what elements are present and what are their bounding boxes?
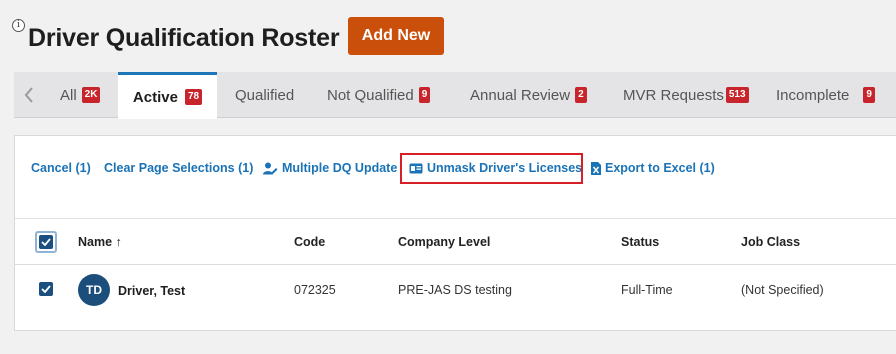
tab-not-qualified[interactable]: Not Qualified 9 (327, 72, 431, 118)
table-header: Name ↑ Code Company Level Status Job Cla… (15, 218, 896, 265)
tab-label: Qualified (235, 86, 295, 104)
tab-label: Incomplete (776, 86, 850, 104)
select-all-checkbox[interactable] (35, 231, 57, 253)
job-class: (Not Specified) (741, 283, 824, 297)
roster-panel: Cancel (1) Clear Page Selections (1) Mul… (14, 135, 896, 331)
column-header-status[interactable]: Status (621, 235, 659, 249)
highlight-box (400, 153, 583, 184)
avatar: TD (78, 274, 110, 306)
count-badge: 9 (863, 87, 875, 103)
tab-annual-review[interactable]: Annual Review 2 (470, 72, 587, 118)
column-header-job-class[interactable]: Job Class (741, 235, 800, 249)
tab-all[interactable]: All 2K (60, 72, 101, 118)
count-badge: 2K (81, 87, 101, 103)
count-badge: 2 (575, 87, 587, 103)
tab-label: MVR Requests (623, 86, 724, 104)
table-row[interactable]: TD Driver, Test 072325 PRE-JAS DS testin… (15, 266, 896, 316)
tab-qualified[interactable]: Qualified (235, 72, 294, 118)
company-level: PRE-JAS DS testing (398, 283, 512, 297)
driver-name[interactable]: Driver, Test (118, 284, 185, 298)
page-title: Driver Qualification Roster (28, 24, 340, 52)
excel-file-icon (591, 161, 601, 175)
cancel-label: Cancel (1) (31, 161, 91, 175)
count-badge: 9 (418, 87, 431, 103)
tab-mvr-requests[interactable]: MVR Requests 513 (623, 72, 749, 118)
tab-label: Not Qualified (327, 86, 414, 104)
tab-label: Annual Review (470, 86, 571, 104)
cancel-button[interactable]: Cancel (1) (31, 161, 91, 175)
add-new-button[interactable]: Add New (348, 17, 444, 55)
count-badge: 513 (725, 87, 749, 103)
column-header-code[interactable]: Code (294, 235, 325, 249)
export-to-excel-button[interactable]: Export to Excel (1) (591, 161, 715, 175)
chevron-left-icon (24, 86, 33, 103)
count-badge: 78 (184, 89, 203, 105)
checkbox-checked (39, 235, 53, 249)
info-icon[interactable]: i (12, 19, 25, 32)
tab-scroll-left-button[interactable] (14, 72, 44, 117)
multi-update-label: Multiple DQ Update (282, 161, 398, 175)
checkmark-icon (41, 285, 51, 293)
checkmark-icon (41, 238, 51, 246)
clear-label: Clear Page Selections (1) (104, 161, 254, 175)
multiple-dq-update-button[interactable]: Multiple DQ Update (263, 161, 397, 175)
tab-active[interactable]: Active 78 (118, 72, 217, 119)
driver-code: 072325 (294, 283, 336, 297)
row-select-checkbox[interactable] (39, 282, 53, 296)
tab-label: All (60, 86, 77, 104)
export-label: Export to Excel (1) (605, 161, 715, 175)
action-toolbar: Cancel (1) Clear Page Selections (1) Mul… (15, 136, 896, 201)
clear-page-selections-button[interactable]: Clear Page Selections (1) (104, 161, 253, 175)
tab-incomplete[interactable]: Incomplete 9 (776, 72, 875, 118)
tab-label: Active (132, 88, 178, 106)
column-header-company-level[interactable]: Company Level (398, 235, 490, 249)
user-edit-icon (263, 162, 278, 174)
column-header-name[interactable]: Name ↑ (78, 235, 122, 249)
status: Full-Time (621, 283, 673, 297)
tab-bar: All 2K Active 78 Qualified Not Qualified… (14, 72, 896, 119)
